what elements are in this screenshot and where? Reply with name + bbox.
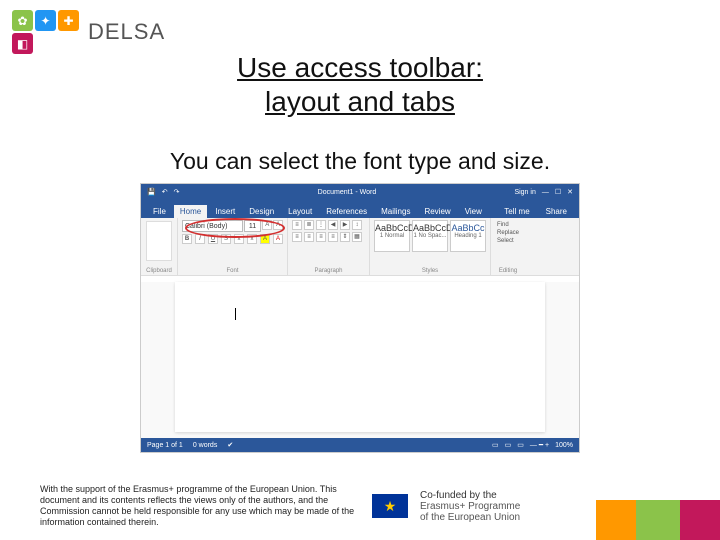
slide-title-line2: layout and tabs <box>0 86 720 118</box>
slide-header: ✿ ✦ ✚ ◧ DELSA <box>0 0 720 58</box>
view-web-icon[interactable]: ▭ <box>517 441 524 449</box>
strike-button[interactable]: S <box>221 234 231 244</box>
shrink-font-icon[interactable]: A <box>273 220 283 230</box>
accent-tiles <box>596 500 720 540</box>
tab-home[interactable]: Home <box>174 205 207 218</box>
grow-font-icon[interactable]: A <box>262 220 272 230</box>
maximize-icon[interactable]: ☐ <box>555 188 561 196</box>
style-heading1[interactable]: AaBbCcHeading 1 <box>450 220 486 252</box>
eu-cofunded-text: Co-funded by the Erasmus+ Programme of t… <box>420 490 520 523</box>
superscript-icon[interactable]: x <box>247 234 257 244</box>
share-button[interactable]: Share <box>540 205 573 218</box>
align-right-icon[interactable]: ≡ <box>316 232 326 242</box>
zoom-slider[interactable]: — ━ + <box>530 441 549 449</box>
tile-icon: ✿ <box>12 10 33 31</box>
style-nospacing[interactable]: AaBbCcDd1 No Spac... <box>412 220 448 252</box>
accent-tile <box>636 500 680 540</box>
tab-references[interactable]: References <box>320 205 373 218</box>
justify-icon[interactable]: ≡ <box>328 232 338 242</box>
underline-button[interactable]: U <box>208 234 218 244</box>
indent-right-icon[interactable]: ▶ <box>340 220 350 230</box>
font-size-select[interactable]: 11 <box>244 220 262 232</box>
tell-me[interactable]: Tell me <box>498 205 535 218</box>
subscript-icon[interactable]: x <box>234 234 244 244</box>
group-paragraph: ≡ ≣ ⋮ ◀ ▶ ↕ ≡ ≡ ≡ ≡ ⇕ ▦ Paragraph <box>288 218 370 275</box>
word-screenshot: 💾 ↶ ↷ Document1 - Word Sign in — ☐ ✕ Fil… <box>140 183 580 453</box>
align-center-icon[interactable]: ≡ <box>304 232 314 242</box>
paste-button[interactable] <box>146 221 172 261</box>
document-area[interactable] <box>141 282 579 442</box>
accent-tile <box>596 500 636 540</box>
style-normal[interactable]: AaBbCcDd1 Normal <box>374 220 410 252</box>
disclaimer-text: With the support of the Erasmus+ program… <box>40 484 360 528</box>
shading-icon[interactable]: ▦ <box>352 232 362 242</box>
bullets-icon[interactable]: ≡ <box>292 220 302 230</box>
document-page[interactable] <box>175 282 545 432</box>
align-left-icon[interactable]: ≡ <box>292 232 302 242</box>
status-page[interactable]: Page 1 of 1 <box>147 442 183 449</box>
multilevel-icon[interactable]: ⋮ <box>316 220 326 230</box>
eu-flag-icon: ★ <box>372 494 408 518</box>
line-spacing-icon[interactable]: ⇕ <box>340 232 350 242</box>
save-icon[interactable]: 💾 <box>147 188 156 196</box>
group-styles: AaBbCcDd1 Normal AaBbCcDd1 No Spac... Aa… <box>370 218 491 275</box>
tile-icon: ◧ <box>12 33 33 54</box>
word-titlebar: 💾 ↶ ↷ Document1 - Word Sign in — ☐ ✕ <box>141 184 579 200</box>
font-color-icon[interactable]: A <box>273 234 283 244</box>
group-clipboard: Clipboard <box>141 218 178 275</box>
view-read-icon[interactable]: ▭ <box>492 441 499 449</box>
sort-icon[interactable]: ↕ <box>352 220 362 230</box>
find-button[interactable]: Find <box>497 222 519 228</box>
tab-review[interactable]: Review <box>418 205 456 218</box>
view-print-icon[interactable]: ▭ <box>505 441 512 449</box>
slide-title-line1: Use access toolbar: <box>0 52 720 84</box>
italic-button[interactable]: I <box>195 234 205 244</box>
tab-file[interactable]: File <box>147 205 172 218</box>
replace-button[interactable]: Replace <box>497 230 519 236</box>
tab-view[interactable]: View <box>459 205 488 218</box>
signin-link[interactable]: Sign in <box>514 189 535 196</box>
font-name-select[interactable]: Calibri (Body) <box>182 220 243 232</box>
tile-icon: ✦ <box>35 10 56 31</box>
spellcheck-icon[interactable]: ✔ <box>227 441 233 449</box>
undo-icon[interactable]: ↶ <box>162 188 168 196</box>
tab-insert[interactable]: Insert <box>209 205 241 218</box>
tile-icon: ✚ <box>58 10 79 31</box>
ribbon: Clipboard Calibri (Body) 11 A A B I U S … <box>141 218 579 276</box>
ribbon-tabs: File Home Insert Design Layout Reference… <box>141 200 579 218</box>
close-icon[interactable]: ✕ <box>567 188 573 196</box>
status-words[interactable]: 0 words <box>193 442 218 449</box>
logo-tiles: ✿ ✦ ✚ ◧ <box>12 10 80 54</box>
redo-icon[interactable]: ↷ <box>174 188 180 196</box>
tab-mailings[interactable]: Mailings <box>375 205 416 218</box>
indent-left-icon[interactable]: ◀ <box>328 220 338 230</box>
group-font: Calibri (Body) 11 A A B I U S x x A A Fo… <box>178 218 288 275</box>
minimize-icon[interactable]: — <box>542 189 549 196</box>
tab-design[interactable]: Design <box>243 205 280 218</box>
tab-layout[interactable]: Layout <box>282 205 318 218</box>
group-editing: Find Replace Select Editing <box>491 218 525 275</box>
select-button[interactable]: Select <box>497 238 519 244</box>
window-title: Document1 - Word <box>318 189 377 196</box>
bold-button[interactable]: B <box>182 234 192 244</box>
slide-description: You can select the font type and size. <box>0 148 720 175</box>
brand-name: DELSA <box>88 19 165 45</box>
status-bar: Page 1 of 1 0 words ✔ ▭ ▭ ▭ — ━ + 100% <box>141 438 579 452</box>
zoom-level[interactable]: 100% <box>555 442 573 449</box>
highlight-icon[interactable]: A <box>260 234 270 244</box>
numbering-icon[interactable]: ≣ <box>304 220 314 230</box>
text-cursor <box>235 308 236 320</box>
accent-tile <box>680 500 720 540</box>
